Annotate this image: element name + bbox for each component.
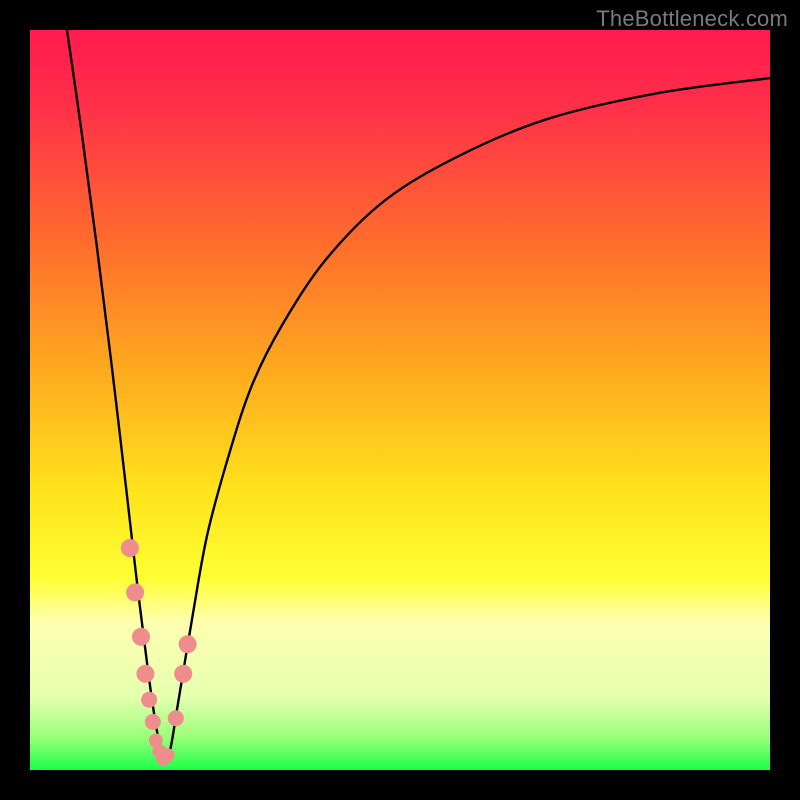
marker-dot bbox=[121, 539, 139, 557]
highlighted-points bbox=[121, 539, 197, 766]
marker-dot bbox=[141, 692, 157, 708]
marker-dot bbox=[136, 665, 154, 683]
marker-dot bbox=[168, 710, 184, 726]
marker-dot bbox=[174, 665, 192, 683]
curve-layer bbox=[30, 30, 770, 770]
plot-area bbox=[30, 30, 770, 770]
marker-dot bbox=[126, 583, 144, 601]
marker-dot bbox=[132, 628, 150, 646]
marker-dot bbox=[161, 748, 175, 762]
watermark-text: TheBottleneck.com bbox=[596, 6, 788, 32]
bottleneck-curve bbox=[67, 30, 770, 763]
chart-canvas: TheBottleneck.com bbox=[0, 0, 800, 800]
marker-dot bbox=[145, 714, 161, 730]
marker-dot bbox=[179, 635, 197, 653]
